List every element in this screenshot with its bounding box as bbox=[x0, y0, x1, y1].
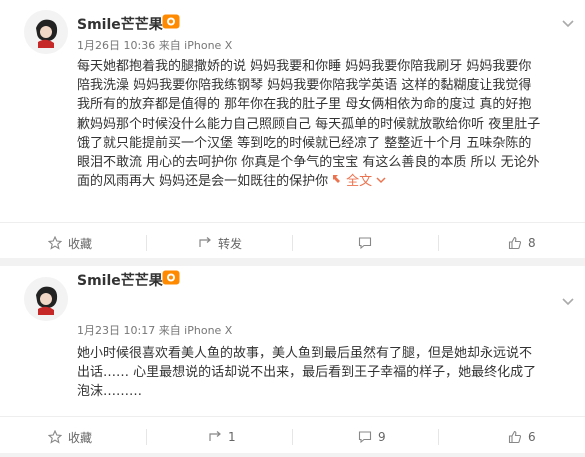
body-line: 每天她都抱着我的腿撒娇的说 妈妈我要和你睡 妈妈我要你陪我刷牙 妈妈我要你 bbox=[77, 59, 532, 74]
chevron-down-icon[interactable] bbox=[561, 16, 575, 30]
post-body: 她小时候很喜欢看美人鱼的故事，美人鱼到最后虽然有了腿，但是她却永远说不 出话……… bbox=[77, 344, 577, 402]
body-line: 我所有的放弃都是值得的 那年你在我的肚子里 母女俩相依为命的度过 真的好抱 bbox=[77, 97, 532, 113]
member-badge-icon[interactable] bbox=[162, 270, 180, 285]
body-line: 陪我洗澡 妈妈我要你陪我练钢琴 妈妈我要你陪我学英语 这样的黏糊度让我觉得 bbox=[77, 78, 532, 94]
action-bar: 收藏 转发 8 bbox=[0, 222, 585, 263]
repost-button[interactable]: 转发 bbox=[198, 223, 242, 263]
body-line: 她小时候很喜欢看美人鱼的故事，美人鱼到最后虽然有了腿，但是她却永远说不 bbox=[77, 346, 533, 361]
post-body: 每天她都抱着我的腿撒娇的说 妈妈我要和你睡 妈妈我要你陪我刷牙 妈妈我要你 陪我… bbox=[77, 57, 577, 191]
body-line: 泡沫……… bbox=[77, 384, 143, 400]
avatar[interactable] bbox=[24, 277, 68, 321]
comment-button[interactable] bbox=[358, 223, 378, 263]
body-line: 面的风雨再大 妈妈还是会一如既往的保护你 bbox=[77, 174, 329, 190]
expand-label: 全文 bbox=[346, 174, 373, 190]
repost-icon bbox=[199, 237, 211, 247]
comment-count: 9 bbox=[378, 430, 386, 444]
action-bar: 收藏 1 9 6 bbox=[0, 416, 585, 457]
body-line: 歉妈妈那个时候没什么能力自己照顾自己 每天孤单的时候就放歌给你听 夜里肚子 bbox=[77, 116, 541, 132]
like-button[interactable]: 6 bbox=[508, 417, 536, 457]
star-icon bbox=[48, 236, 62, 250]
repost-icon bbox=[209, 431, 221, 441]
like-count: 6 bbox=[528, 430, 536, 444]
username[interactable]: Smile芒芒果 bbox=[77, 14, 163, 34]
star-icon bbox=[48, 430, 62, 444]
thumbs-up-icon bbox=[508, 236, 522, 250]
comment-icon bbox=[358, 431, 372, 444]
expand-full-text-link[interactable]: 全文 bbox=[328, 174, 387, 189]
expand-chevron-icon bbox=[376, 177, 386, 184]
repost-count: 1 bbox=[228, 430, 236, 444]
body-line: 饿了就只能提前买一个汉堡 等到吃的时候就已经凉了 整整近十个月 五味杂陈的 bbox=[77, 135, 532, 151]
body-line: 出话…… 心里最想说的话却说不出来，最后看到王子幸福的样子，她最终化成了 bbox=[77, 365, 537, 381]
post-meta: 1月26日 10:36 来自 iPhone X bbox=[77, 39, 233, 52]
like-button[interactable]: 8 bbox=[508, 223, 536, 263]
favorite-label: 收藏 bbox=[68, 430, 93, 445]
thumbs-up-icon bbox=[508, 430, 522, 444]
expand-icon bbox=[333, 175, 341, 184]
username[interactable]: Smile芒芒果 bbox=[77, 270, 163, 290]
favorite-button[interactable]: 收藏 bbox=[48, 223, 92, 263]
post-meta: 1月23日 10:17 来自 iPhone X bbox=[77, 324, 233, 337]
comment-icon bbox=[358, 237, 372, 250]
avatar[interactable] bbox=[24, 10, 68, 54]
favorite-label: 收藏 bbox=[68, 236, 93, 251]
weibo-post-1: Smile芒芒果 1月26日 10:36 来自 iPhone X 每天她都抱着我… bbox=[0, 0, 585, 258]
favorite-button[interactable]: 收藏 bbox=[48, 417, 92, 457]
member-badge-icon[interactable] bbox=[162, 14, 180, 29]
weibo-post-2: Smile芒芒果 1月23日 10:17 来自 iPhone X 她小时候很喜欢… bbox=[0, 266, 585, 453]
repost-label: 转发 bbox=[218, 236, 243, 251]
comment-button[interactable]: 9 bbox=[358, 417, 386, 457]
chevron-down-icon[interactable] bbox=[561, 294, 575, 308]
repost-button[interactable]: 1 bbox=[208, 417, 236, 457]
body-line: 眼泪不敢流 用心的去呵护你 你真是个争气的宝宝 有这么善良的本质 所以 无论外 bbox=[77, 155, 540, 171]
like-count: 8 bbox=[528, 236, 536, 250]
